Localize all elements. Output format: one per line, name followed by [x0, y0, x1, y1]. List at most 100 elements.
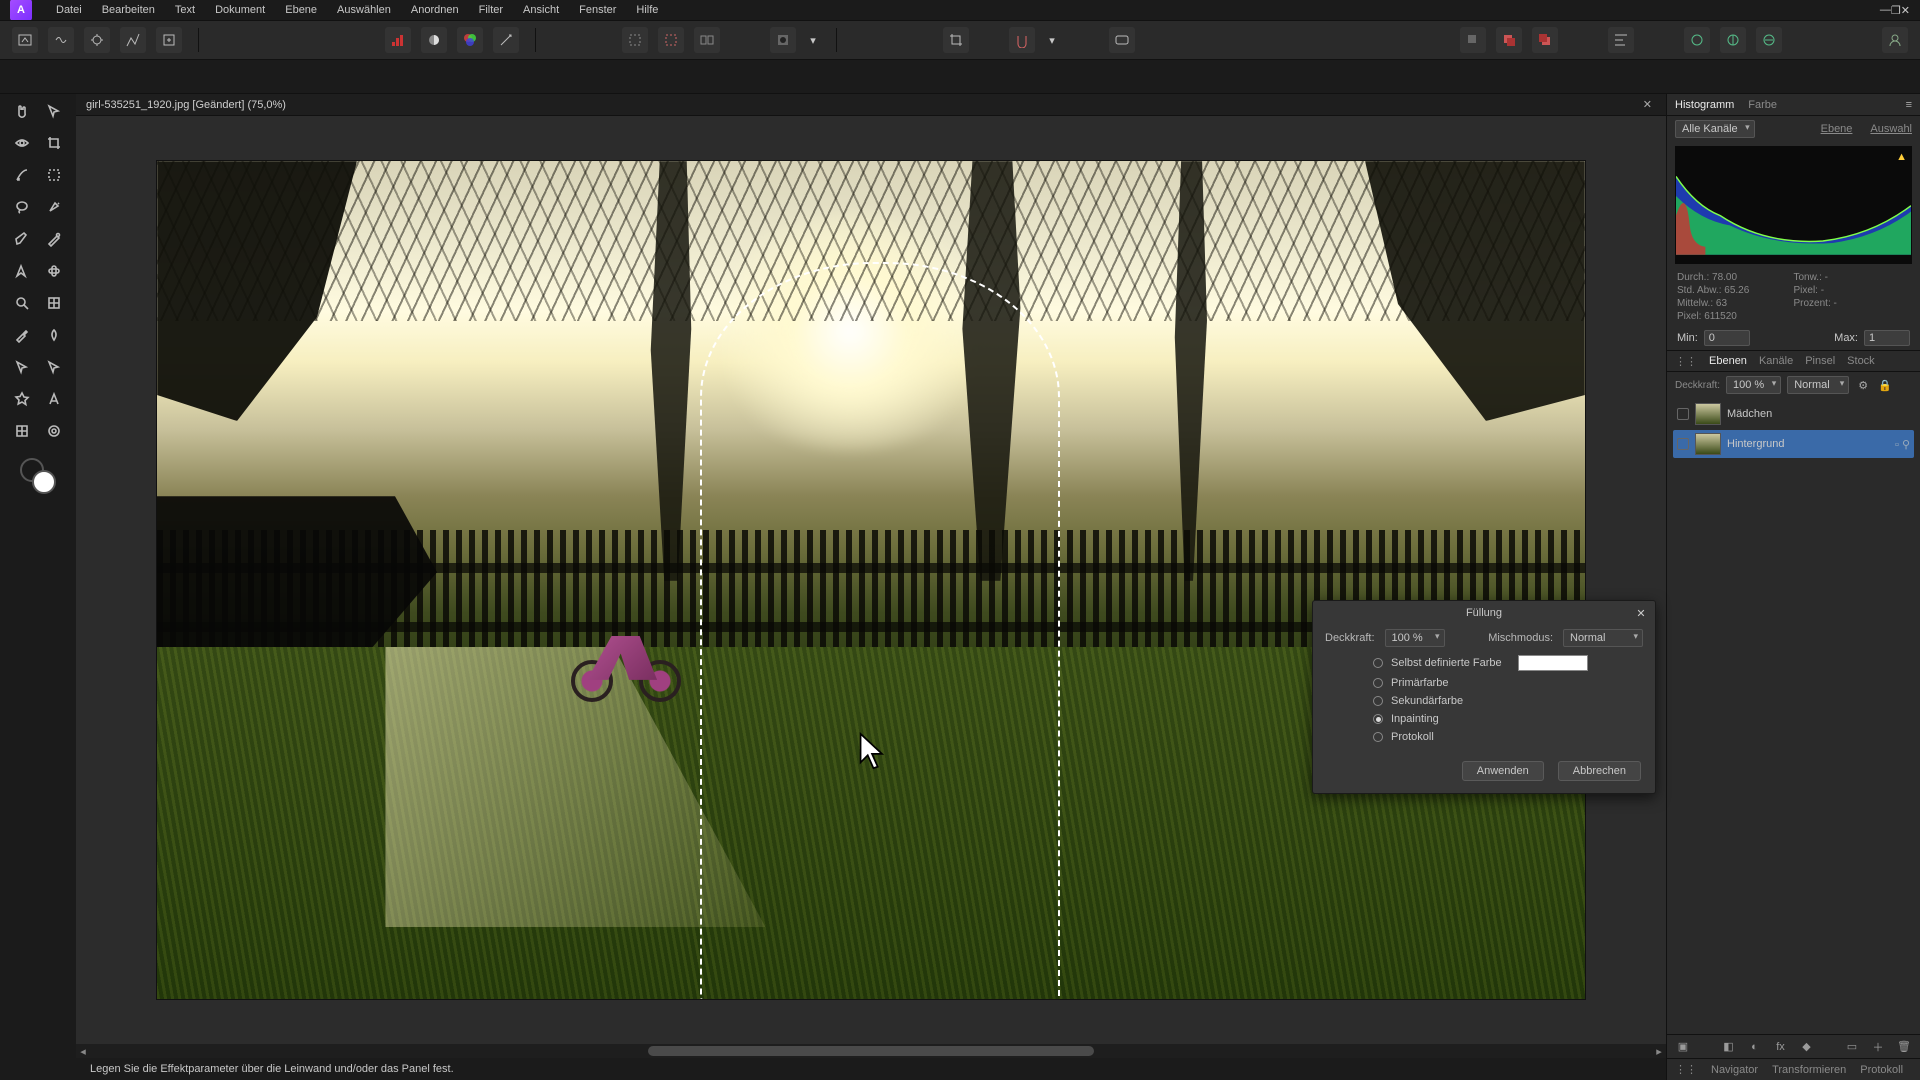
scroll-right-icon[interactable]: ▸: [1652, 1044, 1666, 1058]
cancel-button[interactable]: Abbrechen: [1558, 761, 1641, 781]
canvas[interactable]: [156, 160, 1586, 1000]
tab-transformieren[interactable]: Transformieren: [1772, 1064, 1846, 1076]
tab-stock[interactable]: Stock: [1847, 355, 1875, 367]
panel-expand-icon[interactable]: ▣: [1675, 1039, 1691, 1055]
dialog-titlebar[interactable]: Füllung ✕: [1313, 601, 1655, 625]
tab-protokoll[interactable]: Protokoll: [1860, 1064, 1903, 1076]
autolevels-button[interactable]: [385, 27, 411, 53]
histo-max-field[interactable]: 1: [1864, 330, 1910, 346]
autocolors-button[interactable]: [457, 27, 483, 53]
document-tab[interactable]: girl-535251_1920.jpg [Geändert] (75,0%) …: [76, 94, 1666, 116]
menu-item-fenster[interactable]: Fenster: [569, 0, 626, 20]
crop-tool[interactable]: [41, 130, 67, 156]
autowb-button[interactable]: [493, 27, 519, 53]
menu-item-filter[interactable]: Filter: [469, 0, 513, 20]
view-tool[interactable]: [9, 130, 35, 156]
radio-secondary-color[interactable]: Sekundärfarbe: [1373, 695, 1643, 707]
persona-develop-button[interactable]: [84, 27, 110, 53]
window-close-icon[interactable]: ✕: [1901, 4, 1910, 17]
dialog-opacity-field[interactable]: 100 %: [1385, 629, 1445, 647]
quickmask-button[interactable]: [770, 27, 796, 53]
mask-add-icon[interactable]: ◧: [1721, 1039, 1737, 1055]
radio-history[interactable]: Protokoll: [1373, 731, 1643, 743]
histo-link-ebene[interactable]: Ebene: [1821, 123, 1853, 135]
target-tool[interactable]: [41, 418, 67, 444]
group-layers-icon[interactable]: ▭: [1844, 1039, 1860, 1055]
panel-menu-icon[interactable]: ≡: [1906, 99, 1912, 111]
quickmask-dd-icon[interactable]: ▾: [806, 27, 820, 53]
snapping-button[interactable]: [1009, 27, 1035, 53]
stack-c-button[interactable]: [1532, 27, 1558, 53]
radio-primary-color[interactable]: Primärfarbe: [1373, 677, 1643, 689]
layer-visibility-toggle[interactable]: [1677, 438, 1689, 450]
layer-opacity-field[interactable]: 100 %: [1726, 376, 1781, 394]
stack-a-button[interactable]: [1460, 27, 1486, 53]
menu-item-dokument[interactable]: Dokument: [205, 0, 275, 20]
histo-link-auswahl[interactable]: Auswahl: [1870, 123, 1912, 135]
tab-histogramm[interactable]: Histogramm: [1675, 99, 1734, 111]
menu-item-text[interactable]: Text: [165, 0, 205, 20]
custom-color-swatch[interactable]: [1518, 655, 1588, 671]
window-restore-icon[interactable]: ❐: [1891, 4, 1901, 17]
persona-liquify-button[interactable]: [48, 27, 74, 53]
channel-select[interactable]: Alle Kanäle: [1675, 120, 1755, 138]
tab-pinsel[interactable]: Pinsel: [1805, 355, 1835, 367]
dialog-blend-select[interactable]: Normal: [1563, 629, 1643, 647]
layer-row[interactable]: Mädchen: [1673, 400, 1914, 428]
scroll-left-icon[interactable]: ◂: [76, 1044, 90, 1058]
delete-layer-icon[interactable]: 🗑: [1896, 1039, 1912, 1055]
zoom-tool[interactable]: [9, 290, 35, 316]
tab-kanaele[interactable]: Kanäle: [1759, 355, 1793, 367]
crop-snap-button[interactable]: [943, 27, 969, 53]
menu-item-ebene[interactable]: Ebene: [275, 0, 327, 20]
pen-tool[interactable]: [9, 258, 35, 284]
fx-add-icon[interactable]: fx: [1773, 1039, 1789, 1055]
menu-item-auswaehlen[interactable]: Auswählen: [327, 0, 401, 20]
healing-tool[interactable]: [41, 258, 67, 284]
color-replace-tool[interactable]: [41, 226, 67, 252]
color-swatches[interactable]: [20, 458, 56, 494]
node-tool[interactable]: [9, 354, 35, 380]
selection-brush-tool[interactable]: [9, 162, 35, 188]
primary-color-swatch[interactable]: [32, 470, 56, 494]
adjustment-add-icon[interactable]: ◐: [1747, 1039, 1763, 1055]
menu-item-bearbeiten[interactable]: Bearbeiten: [92, 0, 165, 20]
selection-b-button[interactable]: [658, 27, 684, 53]
selection-a-button[interactable]: [622, 27, 648, 53]
account-button[interactable]: [1882, 27, 1908, 53]
fill-dialog[interactable]: Füllung ✕ Deckkraft: 100 % Mischmodus: N…: [1312, 600, 1656, 794]
align-button[interactable]: [1608, 27, 1634, 53]
persona-export-button[interactable]: [156, 27, 182, 53]
layer-lock-icon[interactable]: 🔒: [1877, 377, 1893, 393]
sync-a-button[interactable]: [1684, 27, 1710, 53]
layer-blend-select[interactable]: Normal: [1787, 376, 1849, 394]
persona-tone-button[interactable]: [120, 27, 146, 53]
dialog-close-icon[interactable]: ✕: [1633, 605, 1649, 621]
apply-button[interactable]: Anwenden: [1462, 761, 1544, 781]
grid-tool[interactable]: [9, 418, 35, 444]
radio-custom-color[interactable]: Selbst definierte Farbe: [1373, 655, 1643, 671]
layer-row[interactable]: Hintergrund ▫ ⚲: [1673, 430, 1914, 458]
move-tool[interactable]: [41, 98, 67, 124]
document-tab-close-icon[interactable]: ✕: [1639, 98, 1656, 111]
selection-c-button[interactable]: [694, 27, 720, 53]
tab-farbe[interactable]: Farbe: [1748, 99, 1777, 111]
scrollbar-thumb[interactable]: [648, 1046, 1093, 1056]
marquee-tool[interactable]: [41, 162, 67, 188]
text-tool[interactable]: [41, 386, 67, 412]
layer-visibility-toggle[interactable]: [1677, 408, 1689, 420]
stack-b-button[interactable]: [1496, 27, 1522, 53]
star-tool[interactable]: [9, 386, 35, 412]
menu-item-ansicht[interactable]: Ansicht: [513, 0, 569, 20]
persona-photo-button[interactable]: [12, 27, 38, 53]
paintbrush-tool[interactable]: [9, 226, 35, 252]
radio-inpainting[interactable]: Inpainting: [1373, 713, 1643, 725]
canvas-viewport[interactable]: [76, 116, 1666, 1044]
menu-item-datei[interactable]: Datei: [46, 0, 92, 20]
flood-select-tool[interactable]: [41, 194, 67, 220]
menu-item-hilfe[interactable]: Hilfe: [626, 0, 668, 20]
menu-item-anordnen[interactable]: Anordnen: [401, 0, 469, 20]
tab-navigator[interactable]: Navigator: [1711, 1064, 1758, 1076]
smudge-tool[interactable]: [41, 322, 67, 348]
sync-b-button[interactable]: [1720, 27, 1746, 53]
